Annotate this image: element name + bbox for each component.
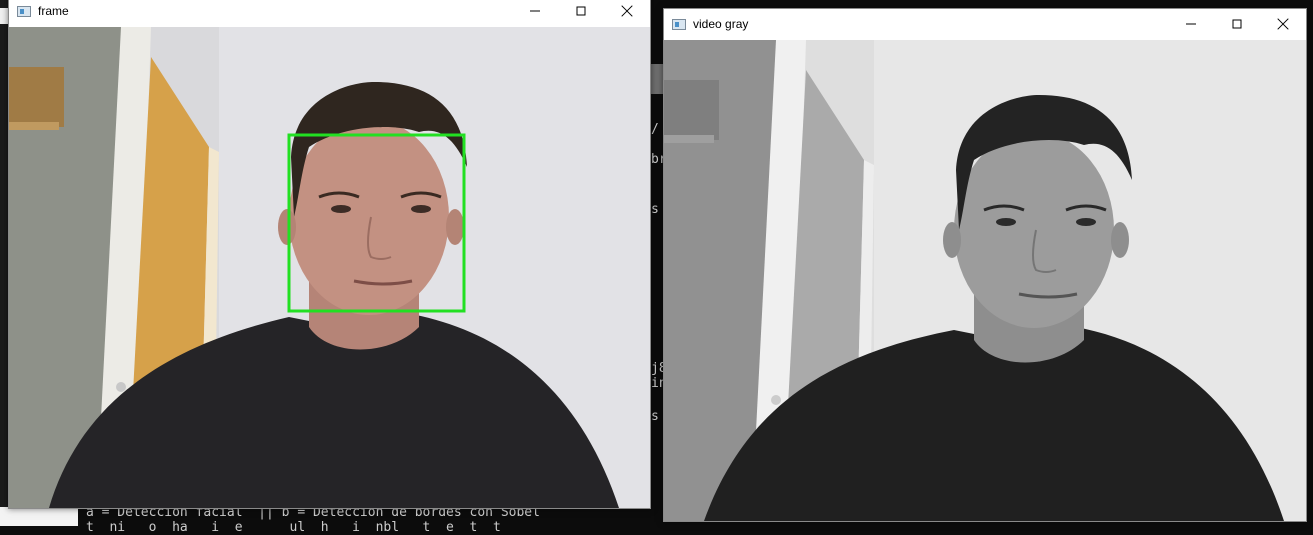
maximize-button[interactable] bbox=[1214, 9, 1260, 39]
maximize-icon bbox=[576, 6, 586, 16]
app-window-icon bbox=[17, 5, 31, 17]
minimize-icon bbox=[1186, 23, 1196, 25]
close-button[interactable] bbox=[604, 0, 650, 26]
minimize-button[interactable] bbox=[512, 0, 558, 26]
color-video-feed bbox=[9, 27, 650, 508]
minimize-icon bbox=[530, 10, 540, 12]
close-icon bbox=[1277, 18, 1289, 30]
frame-titlebar[interactable]: frame bbox=[9, 0, 650, 26]
app-window-icon bbox=[672, 18, 686, 30]
edge-sliver bbox=[0, 8, 8, 24]
gray-titlebar[interactable]: video gray bbox=[664, 9, 1306, 39]
grayscale-video-feed bbox=[664, 40, 1306, 521]
console-fragment: s bbox=[651, 409, 659, 424]
video-gray-window[interactable]: video gray bbox=[663, 8, 1307, 522]
window-title: frame bbox=[38, 4, 69, 18]
console-fragment: / bbox=[651, 122, 659, 137]
desktop-fill bbox=[0, 507, 78, 526]
maximize-icon bbox=[1232, 19, 1242, 29]
close-icon bbox=[621, 5, 633, 17]
window-title: video gray bbox=[693, 17, 749, 31]
taskbar-edge bbox=[0, 0, 8, 526]
console-fragment: s bbox=[651, 202, 659, 217]
close-button[interactable] bbox=[1260, 9, 1306, 39]
console-line-cut: t ni o ha i e ul h i nbl t e t t bbox=[86, 520, 517, 535]
console-scrollbar-thumb[interactable] bbox=[651, 64, 663, 94]
maximize-button[interactable] bbox=[558, 0, 604, 26]
frame-window[interactable]: frame bbox=[8, 0, 651, 509]
minimize-button[interactable] bbox=[1168, 9, 1214, 39]
